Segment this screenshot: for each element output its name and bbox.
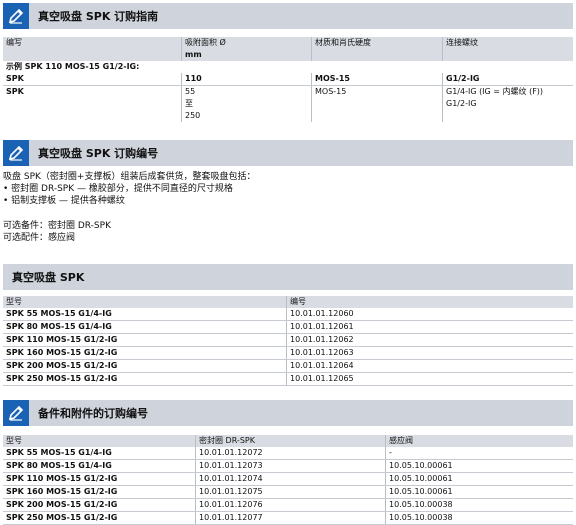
table-cell: SPK [6,74,24,83]
table-cell: MOS-15 [311,73,442,85]
table-cell: SPK 110 MOS-15 G1/2-IG [6,474,118,483]
table-cell: 10.01.01.12062 [286,334,573,346]
table-row: SPK 250 MOS-15 G1/2-IG 10.01.01.12065 [3,373,573,386]
table-cell: SPK 55 MOS-15 G1/4-IG [6,309,112,318]
table-cell: - [385,447,573,459]
thread-option: G1/2-IG [446,99,477,108]
header-cell: 编写 [6,38,22,47]
table-row: SPK 200 MOS-15 G1/2-IG 10.01.01.12076 10.0… [3,499,573,512]
table-row: SPK 160 MOS-15 G1/2-IG 10.01.01.12075 10.0… [3,486,573,499]
table-cell: G1/2-IG [442,73,573,85]
section-order-guide-header: 真空吸盘 SPK 订购指南 [3,3,573,29]
header-cell: 材质和肖氏硬度 [315,38,371,47]
table-row: SPK 110 MOS-15 G1/2-IG 10.01.01.12074 10.0… [3,473,573,486]
table-cell: SPK 200 MOS-15 G1/2-IG [6,500,118,509]
table-row: SPK 80 MOS-15 G1/4-IG 10.01.01.12073 10.05… [3,460,573,473]
table-cell: SPK 250 MOS-15 G1/2-IG [6,374,118,383]
header-cell: 编号 [286,296,573,308]
header-cell: 型号 [6,297,22,306]
spares-table: 型号 密封圈 DR-SPK 感应阀 SPK 55 MOS-15 G1/4-IG 1… [3,435,573,525]
table-cell: MOS-15 [311,86,442,122]
table-cell: 10.01.01.12073 [195,460,385,472]
thread-option: G1/4-IG (IG = 内螺纹 (F)) [446,87,544,96]
order-guide-table: 编写 吸附面积 Ø mm 材质和肖氏硬度 连接螺纹 示例 SPK 110 MOS-… [3,37,573,122]
pencil-icon [3,140,29,166]
section-title: 备件和附件的订购编号 [38,407,148,420]
table-cell: SPK 250 MOS-15 G1/2-IG [6,513,118,522]
table-cell: 10.05.10.00061 [385,460,573,472]
pencil-icon [3,3,29,29]
spec-row: SPK 55 至 250 MOS-15 G1/4-IG (IG = 内螺纹 (F… [3,86,573,122]
accessory-text: 可选配件：感应阀 [3,233,76,243]
table-cell: 10.01.01.12064 [286,360,573,372]
header-cell: 吸附面积 Ø [185,38,226,47]
example-row: SPK 110 MOS-15 G1/2-IG [3,73,573,86]
table-cell: 10.05.10.00061 [385,486,573,498]
range-min: 55 [185,87,196,96]
table-cell: 10.05.10.00061 [385,473,573,485]
table-cell: SPK 160 MOS-15 G1/2-IG [6,487,118,496]
table-cell: 10.01.01.12076 [195,499,385,511]
table-cell: 10.01.01.12074 [195,473,385,485]
spare-text: 可选备件：密封圈 DR-SPK [3,221,111,231]
section-title: 真空吸盘 SPK 订购指南 [38,10,159,23]
table-row: SPK 200 MOS-15 G1/2-IG 10.01.01.12064 [3,360,573,373]
table-cell: 10.01.01.12075 [195,486,385,498]
range-to: 至 [185,99,193,108]
table-cell: 10.05.10.00038 [385,512,573,524]
section-title: 真空吸盘 SPK [12,271,85,284]
pencil-icon [3,400,29,426]
table-cell: 110 [181,73,311,85]
bullet-item: • 铝制支撑板 — 提供各种螺纹 [3,196,125,206]
section-spk-header: 真空吸盘 SPK [3,264,573,290]
table-row: SPK 80 MOS-15 G1/4-IG 10.01.01.12061 [3,321,573,334]
table-cell: 10.01.01.12060 [286,308,573,320]
table-cell: SPK 160 MOS-15 G1/2-IG [6,348,118,357]
section-spares-header: 备件和附件的订购编号 [3,400,573,426]
section-order-number-header: 真空吸盘 SPK 订购编号 [3,140,573,166]
table-row: SPK 160 MOS-15 G1/2-IG 10.01.01.12063 [3,347,573,360]
table-header: 型号 编号 [3,296,573,308]
intro-text: 吸盘 SPK（密封圈+支撑板）组装后成套供货，整套吸盘包括： [3,172,256,182]
table-cell: 10.05.10.00038 [385,499,573,511]
table-header: 编写 吸附面积 Ø mm 材质和肖氏硬度 连接螺纹 [3,37,573,61]
table-cell: SPK 80 MOS-15 G1/4-IG [6,322,112,331]
bullet-item: • 密封圈 DR-SPK — 橡胶部分，提供不同直径的尺寸规格 [3,184,233,194]
table-cell: 10.01.01.12077 [195,512,385,524]
header-cell: 连接螺纹 [446,38,478,47]
header-unit: mm [185,50,202,59]
table-cell: 10.01.01.12065 [286,373,573,385]
spk-table: 型号 编号 SPK 55 MOS-15 G1/4-IG 10.01.01.1206… [3,296,573,386]
example-label: 示例 SPK 110 MOS-15 G1/2-IG: [6,62,140,71]
table-cell: 10.01.01.12061 [286,321,573,333]
table-row: SPK 55 MOS-15 G1/4-IG 10.01.01.12060 [3,308,573,321]
header-cell: 型号 [6,436,22,445]
range-max: 250 [185,111,201,120]
table-cell: SPK [6,87,24,96]
table-row: SPK 110 MOS-15 G1/2-IG 10.01.01.12062 [3,334,573,347]
table-cell: SPK 200 MOS-15 G1/2-IG [6,361,118,370]
table-cell: 10.01.01.12072 [195,447,385,459]
table-cell: SPK 80 MOS-15 G1/4-IG [6,461,112,470]
header-cell: 感应阀 [385,435,573,447]
section-title: 真空吸盘 SPK 订购编号 [38,147,159,160]
table-row: SPK 55 MOS-15 G1/4-IG 10.01.01.12072- [3,447,573,460]
table-header: 型号 密封圈 DR-SPK 感应阀 [3,435,573,447]
header-cell: 密封圈 DR-SPK [195,435,385,447]
table-cell: SPK 110 MOS-15 G1/2-IG [6,335,118,344]
table-cell: 10.01.01.12063 [286,347,573,359]
document-page: 真空吸盘 SPK 订购指南 编写 吸附面积 Ø mm 材质和肖氏硬度 连接螺纹 示… [0,0,576,525]
table-cell: SPK 55 MOS-15 G1/4-IG [6,448,112,457]
